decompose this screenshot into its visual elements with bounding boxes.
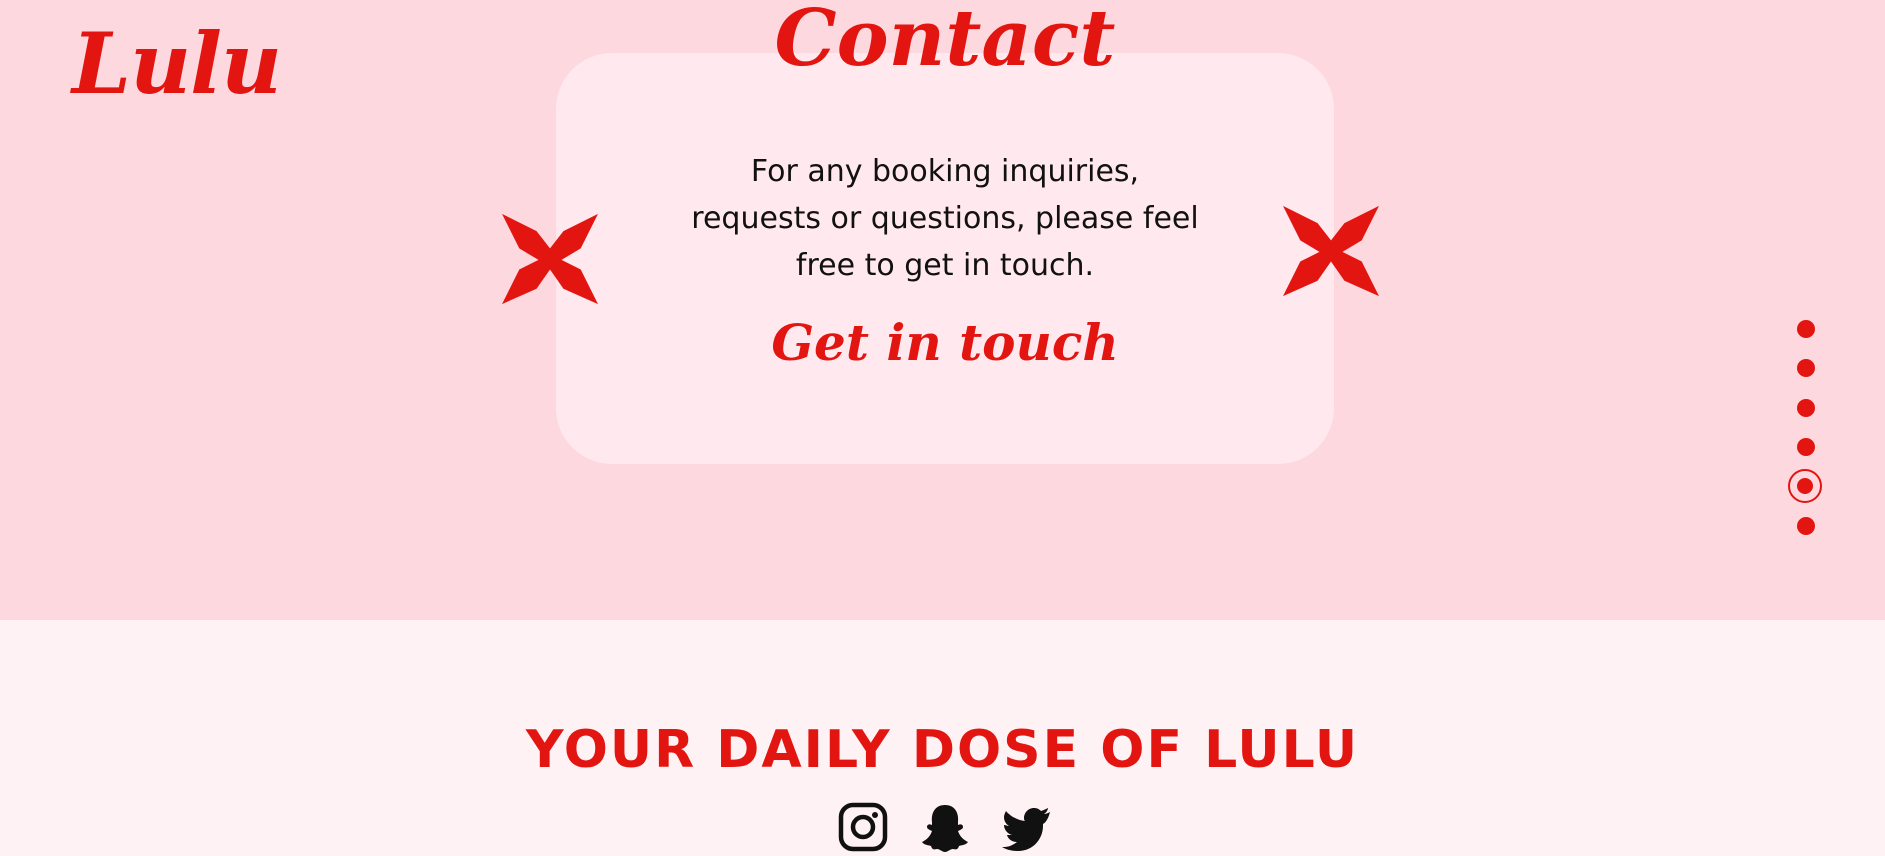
contact-text-line: requests or questions, please feel [691,201,1199,236]
section-dot[interactable] [1797,399,1815,417]
contact-title: Contact [774,0,1116,84]
red-star-icon [502,213,598,305]
contact-text-line: For any booking inquiries, [750,154,1140,189]
section-dot[interactable] [1797,438,1815,456]
social-links [838,802,1058,856]
section-dot[interactable] [1797,320,1815,338]
daily-dose-heading: YOUR DAILY DOSE OF LULU [525,720,1360,780]
contact-text-line: free to get in touch. [795,248,1095,283]
snapchat-icon[interactable] [920,802,970,852]
twitter-icon[interactable] [1002,802,1052,852]
contact-description: For any booking inquiries, requests or q… [660,148,1230,289]
instagram-icon[interactable] [838,802,888,852]
get-in-touch-link[interactable]: Get in touch [556,318,1334,368]
section-dot-active[interactable] [1788,469,1822,503]
section-dot[interactable] [1797,517,1815,535]
section-dot[interactable] [1797,359,1815,377]
red-star-icon [1283,205,1379,297]
site-logo[interactable]: Lulu [72,22,282,106]
active-dot-center [1797,478,1813,494]
